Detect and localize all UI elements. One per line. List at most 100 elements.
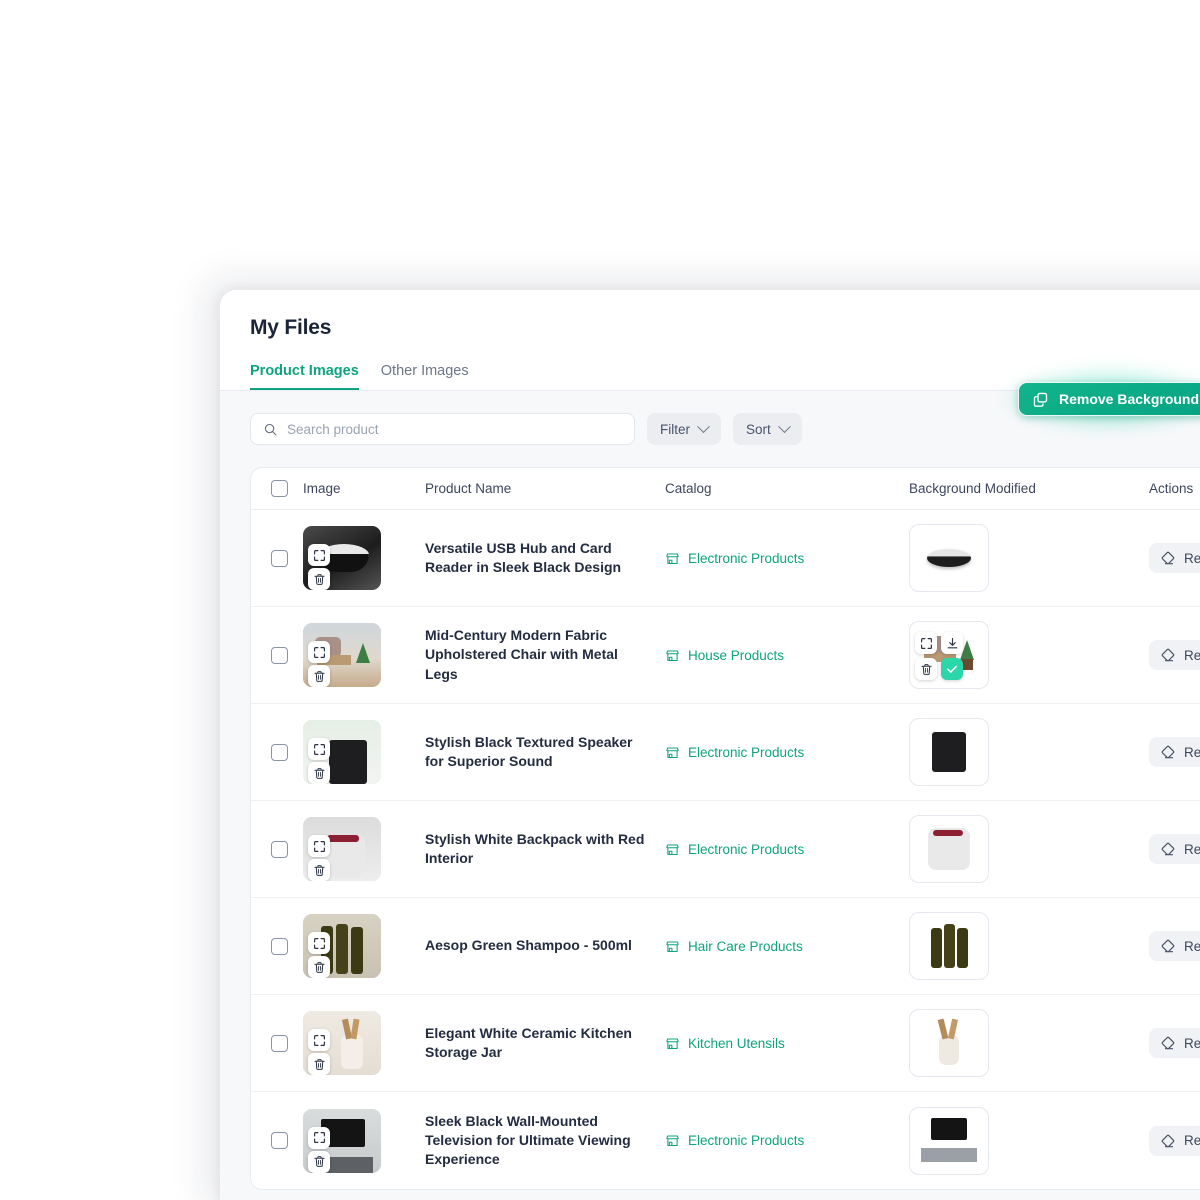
table-row[interactable]: Stylish Black Textured Speaker for Super…: [251, 704, 1200, 801]
row-checkbox[interactable]: [271, 743, 288, 761]
expand-button[interactable]: [308, 932, 330, 954]
delete-button[interactable]: [308, 568, 330, 590]
row-catalog-cell: Electronic Products: [665, 1133, 909, 1148]
row-checkbox[interactable]: [271, 1132, 288, 1149]
eraser-icon: [1161, 842, 1175, 856]
remove-background-wrapper: Remove Background: [1000, 365, 1200, 433]
table-row[interactable]: Stylish White Backpack with Red Interior…: [251, 801, 1200, 898]
table-header-row: Image Product Name Catalog Background Mo…: [251, 468, 1200, 510]
expand-icon: [313, 743, 325, 755]
catalog-label: Electronic Products: [688, 1133, 805, 1148]
expand-button[interactable]: [308, 738, 330, 760]
remove-action-button[interactable]: Re: [1149, 834, 1200, 864]
product-thumbnail[interactable]: [303, 526, 381, 590]
approve-button[interactable]: [941, 658, 963, 680]
modified-thumbnail[interactable]: [909, 912, 989, 980]
catalog-link[interactable]: House Products: [665, 648, 909, 663]
select-all-cell: [251, 480, 303, 497]
delete-button[interactable]: [308, 1150, 330, 1173]
row-checkbox[interactable]: [271, 549, 288, 567]
catalog-link[interactable]: Electronic Products: [665, 842, 909, 857]
catalog-link[interactable]: Electronic Products: [665, 745, 909, 760]
delete-button[interactable]: [308, 665, 330, 687]
sort-button[interactable]: Sort: [733, 413, 802, 445]
modified-thumbnail[interactable]: [909, 1009, 989, 1077]
eraser-icon: [1161, 939, 1175, 953]
row-checkbox[interactable]: [271, 840, 288, 858]
expand-button[interactable]: [308, 1126, 330, 1149]
table-row[interactable]: Aesop Green Shampoo - 500ml Hair Care Pr…: [251, 898, 1200, 995]
row-background-modified-cell: [909, 815, 1149, 883]
row-background-modified-cell: [909, 524, 1149, 592]
eraser-icon: [1161, 551, 1175, 565]
remove-action-label: Re: [1184, 938, 1200, 954]
catalog-link[interactable]: Hair Care Products: [665, 939, 909, 954]
store-icon: [666, 1135, 679, 1147]
remove-action-button[interactable]: Re: [1149, 931, 1200, 961]
search-input[interactable]: Search product: [250, 413, 635, 445]
chevron-down-icon: [697, 419, 710, 433]
delete-button[interactable]: [915, 658, 937, 680]
column-header-product-name: Product Name: [425, 481, 512, 496]
remove-action-button[interactable]: Re: [1149, 1028, 1200, 1058]
catalog-link[interactable]: Kitchen Utensils: [665, 1036, 909, 1051]
row-checkbox[interactable]: [271, 646, 288, 664]
table-row[interactable]: Elegant White Ceramic Kitchen Storage Ja…: [251, 995, 1200, 1092]
eraser-icon: [1161, 1036, 1175, 1050]
row-checkbox[interactable]: [271, 1034, 288, 1052]
delete-button[interactable]: [308, 859, 330, 881]
delete-button[interactable]: [308, 956, 330, 978]
remove-action-button[interactable]: Re: [1149, 640, 1200, 670]
product-thumbnail[interactable]: [303, 720, 381, 784]
row-background-modified-cell: [909, 621, 1149, 689]
row-catalog-cell: Hair Care Products: [665, 939, 909, 954]
row-background-modified-cell: [909, 1106, 1149, 1175]
catalog-label: Hair Care Products: [688, 938, 803, 954]
product-thumbnail[interactable]: [303, 1011, 381, 1075]
select-all-checkbox[interactable]: [271, 480, 288, 497]
table-row[interactable]: Versatile USB Hub and Card Reader in Sle…: [251, 510, 1200, 607]
search-icon: [264, 423, 277, 435]
modified-thumbnail[interactable]: [909, 1106, 989, 1175]
download-button[interactable]: [941, 632, 963, 654]
remove-action-button[interactable]: Re: [1149, 1125, 1200, 1156]
catalog-label: Electronic Products: [688, 744, 805, 760]
trash-icon: [313, 1058, 325, 1070]
table-row[interactable]: Sleek Black Wall-Mounted Television for …: [251, 1092, 1200, 1189]
product-thumbnail[interactable]: [303, 623, 381, 687]
modified-thumbnail[interactable]: [909, 815, 989, 883]
row-checkbox[interactable]: [271, 937, 288, 955]
catalog-link[interactable]: Electronic Products: [665, 551, 909, 566]
row-background-modified-cell: [909, 718, 1149, 786]
expand-button[interactable]: [308, 544, 330, 566]
product-thumbnail[interactable]: [303, 817, 381, 881]
delete-button[interactable]: [308, 762, 330, 784]
remove-action-button[interactable]: Re: [1149, 543, 1200, 573]
expand-button[interactable]: [308, 641, 330, 663]
catalog-link[interactable]: Electronic Products: [665, 1133, 909, 1148]
tab-other-images[interactable]: Other Images: [381, 363, 469, 390]
product-thumbnail[interactable]: [303, 914, 381, 978]
delete-button[interactable]: [308, 1053, 330, 1075]
modified-thumbnail[interactable]: [909, 524, 989, 592]
table-row[interactable]: Mid-Century Modern Fabric Upholstered Ch…: [251, 607, 1200, 704]
expand-button[interactable]: [308, 1029, 330, 1051]
filter-button[interactable]: Filter: [647, 413, 721, 445]
expand-button[interactable]: [915, 632, 937, 654]
row-catalog-cell: Electronic Products: [665, 551, 909, 566]
page-title: My Files: [250, 316, 332, 339]
row-background-modified-cell: [909, 912, 1149, 980]
row-actions-cell: Re: [1149, 543, 1200, 573]
modified-thumbnail[interactable]: [909, 621, 989, 689]
remove-background-button[interactable]: Remove Background: [1018, 382, 1200, 416]
product-thumbnail[interactable]: [303, 1108, 381, 1173]
tab-product-images[interactable]: Product Images: [250, 363, 359, 390]
modified-thumbnail[interactable]: [909, 718, 989, 786]
search-placeholder: Search product: [287, 421, 379, 437]
row-actions-cell: Re: [1149, 640, 1200, 670]
remove-action-label: Re: [1184, 744, 1200, 760]
expand-button[interactable]: [308, 835, 330, 857]
remove-action-button[interactable]: Re: [1149, 737, 1200, 767]
expand-icon: [313, 1034, 325, 1046]
store-icon: [666, 649, 679, 661]
